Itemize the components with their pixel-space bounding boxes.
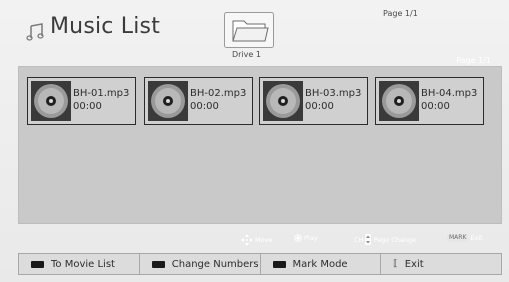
music-note-icon	[26, 23, 44, 41]
file-duration: 00:00	[305, 101, 334, 112]
bottom-button-bar: To Movie List Change Numbers Mark Mode ⟦…	[18, 253, 502, 275]
file-item[interactable]: BH-01.mp3 00:00	[27, 77, 136, 125]
to-movie-list-button[interactable]: To Movie List	[19, 254, 140, 274]
file-item[interactable]: BH-02.mp3 00:00	[144, 77, 253, 125]
file-name: BH-03.mp3	[305, 88, 362, 99]
file-name: BH-02.mp3	[190, 88, 247, 99]
cd-icon	[148, 81, 188, 121]
file-list-panel: Page 1/1 BH-01.mp3 00:00 BH-02.mp3 00:00	[18, 56, 502, 224]
exit-button[interactable]: ⟦ Exit	[381, 254, 501, 274]
color-key-icon	[272, 260, 286, 268]
page-indicator-top: Page 1/1	[383, 9, 418, 18]
to-movie-list-label: To Movie List	[51, 258, 115, 270]
file-item[interactable]: BH-04.mp3 00:00	[375, 77, 484, 125]
music-list-screen: Music List Drive 1 Page 1/1 Page 1/1 BH-…	[0, 0, 509, 282]
color-key-icon	[31, 260, 44, 268]
change-numbers-label: Change Numbers	[171, 258, 259, 270]
page-indicator: Page 1/1	[456, 56, 491, 65]
hint-exit: MARK Exit	[447, 234, 483, 242]
exit-icon: ⟦	[393, 259, 398, 269]
file-duration: 00:00	[73, 101, 102, 112]
file-duration: 00:00	[190, 101, 219, 112]
file-duration: 00:00	[421, 101, 450, 112]
hint-move: Move	[241, 234, 272, 246]
hint-page-change-label: Page Change	[373, 235, 417, 244]
page-title: Music List	[50, 14, 161, 39]
navigation-hints: Move Play CH Page Change MARK Exit	[0, 229, 509, 249]
folder-icon[interactable]	[224, 12, 274, 48]
hint-play-label: Play	[304, 234, 318, 242]
dpad-arrows-icon	[241, 234, 253, 246]
mark-key-icon: MARK	[447, 234, 469, 242]
cd-icon	[31, 81, 71, 121]
hint-play: Play	[294, 234, 318, 242]
file-name: BH-04.mp3	[421, 88, 478, 99]
exit-label: Exit	[404, 258, 424, 270]
cd-icon	[379, 81, 419, 121]
cd-icon	[263, 81, 303, 121]
file-name: BH-01.mp3	[73, 88, 130, 99]
file-item[interactable]: BH-03.mp3 00:00	[259, 77, 368, 125]
mark-mode-button[interactable]: Mark Mode	[261, 254, 382, 274]
header: Music List Drive 1 Page 1/1	[0, 0, 509, 62]
hint-page-change: CH Page Change	[354, 234, 416, 245]
change-numbers-button[interactable]: Change Numbers	[140, 254, 261, 274]
channel-rocker-icon	[365, 234, 372, 245]
drive-label: Drive 1	[232, 50, 261, 59]
hint-move-label: Move	[255, 236, 273, 244]
color-key-icon	[151, 260, 165, 268]
ok-button-icon	[294, 234, 302, 242]
hint-ch-label: CH	[354, 235, 364, 244]
hint-exit-label: Exit	[470, 234, 483, 242]
mark-mode-label: Mark Mode	[292, 258, 348, 270]
